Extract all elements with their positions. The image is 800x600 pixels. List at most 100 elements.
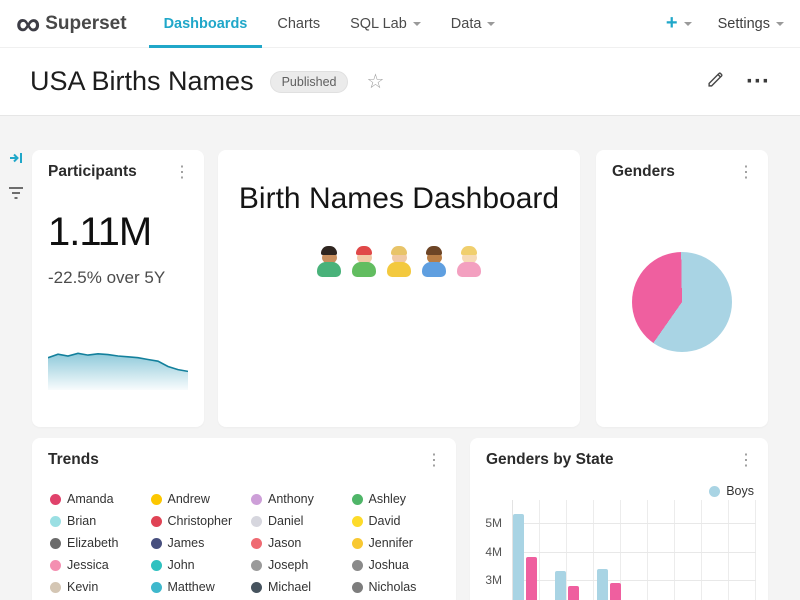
- legend-label: Christopher: [168, 514, 233, 528]
- legend-item[interactable]: John: [151, 558, 248, 572]
- legend-color-dot: [251, 560, 262, 571]
- legend-color-dot: [251, 516, 262, 527]
- top-navbar: ∞ Superset Dashboards ChartsSQL Lab Data +…: [0, 0, 800, 48]
- gridline: [513, 580, 756, 581]
- legend-color-dot: [151, 538, 162, 549]
- legend-color-dot: [352, 516, 363, 527]
- big-number-delta: -22.5% over 5Y: [48, 268, 165, 288]
- children-illustration: [218, 246, 580, 277]
- nav-right: + Settings: [666, 12, 784, 35]
- big-number-value: 1.11M: [48, 210, 151, 255]
- nav-item-dashboards[interactable]: Dashboards: [149, 0, 263, 48]
- page-title: USA Births Names: [30, 66, 254, 97]
- bar-girls: [568, 586, 579, 600]
- legend-color-dot: [50, 582, 61, 593]
- chart-title: Genders by State: [486, 451, 614, 469]
- brand-name[interactable]: Superset: [45, 13, 126, 35]
- legend-color-dot: [50, 560, 61, 571]
- nav-item-data[interactable]: Data: [436, 0, 511, 48]
- chevron-down-icon: [684, 22, 692, 26]
- legend-item[interactable]: David: [352, 514, 449, 528]
- nav-items: Dashboards ChartsSQL Lab Data: [149, 0, 511, 48]
- filter-icon[interactable]: [8, 186, 24, 205]
- legend-label: Anthony: [268, 492, 314, 506]
- legend-label: Michael: [268, 580, 311, 594]
- legend-label: Ashley: [369, 492, 407, 506]
- legend-item[interactable]: Matthew: [151, 580, 248, 594]
- legend-color-dot: [151, 494, 162, 505]
- legend-color-dot: [352, 538, 363, 549]
- dashboard-header: USA Births Names Published ☆ ···: [0, 48, 800, 116]
- legend-item[interactable]: Christopher: [151, 514, 248, 528]
- state-legend: Boys: [709, 484, 754, 498]
- legend-color-dot: [709, 486, 720, 497]
- y-axis-tick: 3M: [478, 573, 502, 587]
- nav-item-charts[interactable]: Charts: [262, 0, 335, 48]
- expand-filter-bar-icon[interactable]: [8, 150, 24, 171]
- participants-sparkline: [48, 335, 188, 390]
- kebab-menu-icon[interactable]: ⋮: [730, 162, 762, 182]
- chart-title: Trends: [48, 451, 99, 469]
- child-figure: [456, 246, 482, 277]
- legend-item[interactable]: Elizabeth: [50, 536, 147, 550]
- legend-item[interactable]: Nicholas: [352, 580, 449, 594]
- legend-label: Jessica: [67, 558, 109, 572]
- bar-boys: [555, 571, 566, 600]
- legend-color-dot: [251, 582, 262, 593]
- legend-label: Andrew: [168, 492, 210, 506]
- chart-card-participants: Participants ⋮ 1.11M -22.5% over 5Y: [32, 150, 204, 427]
- legend-label: Joshua: [369, 558, 409, 572]
- kebab-menu-icon[interactable]: ⋮: [418, 450, 450, 470]
- legend-item[interactable]: Michael: [251, 580, 348, 594]
- legend-color-dot: [50, 538, 61, 549]
- edit-pencil-icon[interactable]: [707, 71, 724, 93]
- child-figure: [316, 246, 342, 277]
- legend-color-dot: [50, 516, 61, 527]
- legend-item[interactable]: Amanda: [50, 492, 147, 506]
- legend-item[interactable]: Boys: [709, 484, 754, 498]
- legend-item[interactable]: Ashley: [352, 492, 449, 506]
- legend-color-dot: [352, 560, 363, 571]
- bar-girls: [526, 557, 537, 600]
- legend-item[interactable]: Daniel: [251, 514, 348, 528]
- legend-item[interactable]: Jessica: [50, 558, 147, 572]
- header-actions: ···: [707, 71, 770, 93]
- nav-item-sql-lab[interactable]: SQL Lab: [335, 0, 436, 48]
- legend-color-dot: [151, 516, 162, 527]
- trends-legend: Amanda Andrew Anthony Ashley Brian Christophe…: [50, 492, 448, 600]
- legend-label: Elizabeth: [67, 536, 118, 550]
- legend-item[interactable]: Andrew: [151, 492, 248, 506]
- nav-item-label: Dashboards: [164, 16, 248, 32]
- legend-item[interactable]: Joseph: [251, 558, 348, 572]
- chevron-down-icon: [776, 22, 784, 26]
- legend-label: James: [168, 536, 205, 550]
- superset-app: ∞ Superset Dashboards ChartsSQL Lab Data +…: [0, 0, 800, 600]
- legend-item[interactable]: James: [151, 536, 248, 550]
- nav-item-label: Data: [451, 16, 482, 32]
- legend-item[interactable]: Jennifer: [352, 536, 449, 550]
- settings-menu[interactable]: Settings: [718, 16, 784, 32]
- chevron-down-icon: [487, 22, 495, 26]
- legend-label: Amanda: [67, 492, 114, 506]
- legend-item[interactable]: Anthony: [251, 492, 348, 506]
- bar-girls: [610, 583, 621, 600]
- chevron-down-icon: [413, 22, 421, 26]
- status-badge[interactable]: Published: [270, 71, 349, 93]
- legend-label: Daniel: [268, 514, 303, 528]
- chart-title: Genders: [612, 163, 675, 181]
- legend-item[interactable]: Brian: [50, 514, 147, 528]
- chart-title: Participants: [48, 163, 137, 181]
- more-options-icon[interactable]: ···: [746, 77, 770, 87]
- filter-bar-collapsed: [8, 150, 24, 205]
- bar-boys: [597, 569, 608, 600]
- legend-item[interactable]: Kevin: [50, 580, 147, 594]
- legend-item[interactable]: Jason: [251, 536, 348, 550]
- new-item-button[interactable]: +: [666, 12, 692, 35]
- kebab-menu-icon[interactable]: ⋮: [166, 162, 198, 182]
- favorite-star-icon[interactable]: ☆: [366, 69, 384, 94]
- legend-item[interactable]: Joshua: [352, 558, 449, 572]
- plus-icon: +: [666, 12, 678, 35]
- kebab-menu-icon[interactable]: ⋮: [730, 450, 762, 470]
- legend-label: John: [168, 558, 195, 572]
- superset-logo-icon[interactable]: ∞: [16, 4, 38, 44]
